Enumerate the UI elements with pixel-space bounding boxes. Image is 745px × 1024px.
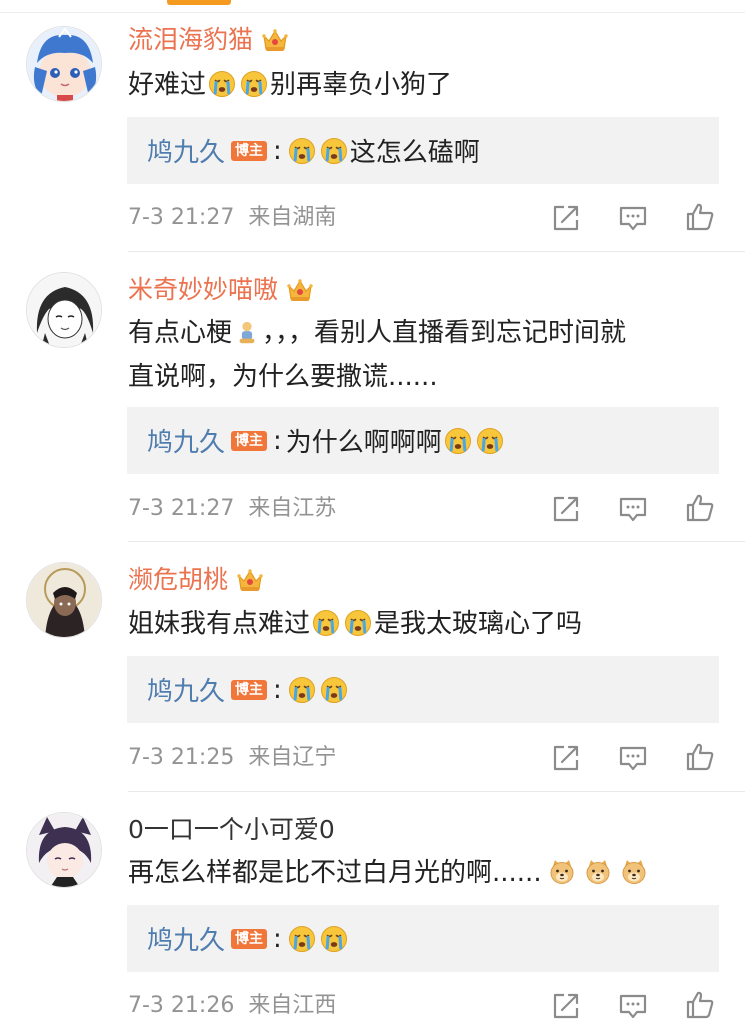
comment-text: 有点心梗 ，，，看别人直播看到忘记时间就 直说啊，为什么要撒谎...... — [128, 311, 718, 399]
doge-emoji-icon — [620, 858, 648, 886]
reply-box[interactable]: 鸠九久 博主 : — [127, 656, 719, 723]
comment-item[interactable]: 濒危胡桃 姐妹我有点难过 是我太玻璃心了吗 鸠九久 博主 : 7-3 21:25 来… — [0, 542, 745, 792]
comment-text-segment: 好难过 — [128, 70, 207, 100]
share-icon[interactable] — [550, 990, 582, 1022]
username-text[interactable]: 0一口一个小可爱0 — [128, 815, 335, 845]
comment-text-segment: 别再辜负小狗了 — [270, 70, 453, 100]
like-icon[interactable] — [684, 989, 716, 1021]
comment-item[interactable]: 米奇妙妙喵嗷 有点心梗 ，，，看别人直播看到忘记时间就 直说啊，为什么要撒谎...… — [0, 252, 745, 542]
avatar[interactable] — [26, 26, 102, 102]
username-text[interactable]: 流泪海豹猫 — [128, 25, 253, 55]
reply-text: 这怎么磕啊 — [349, 138, 480, 168]
author-badge: 博主 — [231, 679, 268, 700]
crying-emoji-icon — [320, 137, 348, 165]
username[interactable]: 0一口一个小可爱0 — [128, 815, 335, 845]
reply-author-name[interactable]: 鸠九久 — [147, 920, 225, 957]
vip-crown-icon — [261, 27, 289, 53]
reply-box[interactable]: 鸠九久 博主 : — [127, 905, 719, 972]
comment-meta: 7-3 21:27 来自江苏 — [128, 495, 336, 523]
avatar-image — [27, 563, 101, 637]
crying-emoji-icon — [444, 427, 472, 455]
avatar-image — [27, 273, 101, 347]
comment-text: 好难过 别再辜负小狗了 — [128, 63, 718, 107]
comment-icon[interactable] — [617, 202, 649, 234]
comment-list-screen: 流泪海豹猫 好难过 别再辜负小狗了 鸠九久 博主 : 这怎么磕啊 7-3 21:2… — [0, 0, 745, 1024]
avatar[interactable] — [26, 272, 102, 348]
author-badge: 博主 — [231, 928, 268, 949]
comment-text: 再怎么样都是比不过白月光的啊...... — [128, 851, 718, 895]
comment-time: 7-3 21:27 — [128, 205, 235, 230]
crying-emoji-icon — [288, 676, 316, 704]
comment-text-segment: 直说啊，为什么要撒谎...... — [128, 362, 438, 392]
comment-icon[interactable] — [617, 990, 649, 1022]
author-badge: 博主 — [231, 140, 268, 161]
comment-location: 来自湖南 — [248, 205, 337, 230]
comment-text-segment: 是我太玻璃心了吗 — [374, 609, 583, 639]
comment-text-segment: 有点心梗 — [128, 318, 233, 348]
share-icon[interactable] — [550, 742, 582, 774]
doge-emoji-icon — [548, 858, 576, 886]
comment-meta: 7-3 21:25 来自辽宁 — [128, 744, 336, 772]
avatar[interactable] — [26, 562, 102, 638]
reply-box[interactable]: 鸠九久 博主 : 为什么啊啊啊 — [127, 407, 719, 474]
crying-emoji-icon — [344, 609, 372, 637]
crying-emoji-icon — [320, 676, 348, 704]
comment-location: 来自辽宁 — [248, 745, 337, 770]
comment-meta: 7-3 21:27 来自湖南 — [128, 204, 336, 232]
comment-time: 7-3 21:27 — [128, 496, 235, 521]
comment-icon[interactable] — [617, 493, 649, 525]
username-text[interactable]: 米奇妙妙喵嗷 — [128, 275, 278, 305]
comment-text-segment: 再怎么样都是比不过白月光的啊...... — [128, 858, 542, 888]
username-text[interactable]: 濒危胡桃 — [128, 565, 228, 595]
comment-time: 7-3 21:26 — [128, 993, 235, 1018]
comment-item[interactable]: 流泪海豹猫 好难过 别再辜负小狗了 鸠九久 博主 : 这怎么磕啊 7-3 21:2… — [0, 0, 745, 252]
username[interactable]: 流泪海豹猫 — [128, 25, 289, 55]
like-icon[interactable] — [684, 741, 716, 773]
reply-box[interactable]: 鸠九久 博主 : 这怎么磕啊 — [127, 117, 719, 184]
avatar[interactable] — [26, 812, 102, 888]
vip-crown-icon — [286, 277, 314, 303]
reply-author-name[interactable]: 鸠九久 — [147, 671, 225, 708]
reply-colon: : — [273, 923, 282, 954]
comment-meta: 7-3 21:26 来自江西 — [128, 992, 336, 1020]
crying-emoji-icon — [208, 70, 236, 98]
comment-icon[interactable] — [617, 742, 649, 774]
vip-crown-icon — [236, 567, 264, 593]
crying-emoji-icon — [476, 427, 504, 455]
comment-item[interactable]: 0一口一个小可爱0 再怎么样都是比不过白月光的啊...... 鸠九久 博主 : … — [0, 792, 745, 1024]
username[interactable]: 濒危胡桃 — [128, 565, 264, 595]
username[interactable]: 米奇妙妙喵嗷 — [128, 275, 314, 305]
comment-location: 来自江苏 — [248, 496, 337, 521]
share-icon[interactable] — [550, 493, 582, 525]
reply-text: 为什么啊啊啊 — [285, 428, 442, 458]
crying-emoji-icon — [288, 137, 316, 165]
like-icon[interactable] — [684, 201, 716, 233]
sitting-figure-emoji-icon — [234, 320, 260, 346]
comment-time: 7-3 21:25 — [128, 745, 235, 770]
author-badge: 博主 — [231, 430, 268, 451]
comment-text: 姐妹我有点难过 是我太玻璃心了吗 — [128, 602, 718, 646]
comment-text-segment: 姐妹我有点难过 — [128, 609, 311, 639]
reply-colon: : — [273, 135, 282, 166]
reply-colon: : — [273, 674, 282, 705]
reply-colon: : — [273, 425, 282, 456]
reply-author-name[interactable]: 鸠九久 — [147, 422, 225, 459]
share-icon[interactable] — [550, 202, 582, 234]
comment-text-segment: ，，，看别人直播看到忘记时间就 — [262, 318, 627, 348]
reply-author-name[interactable]: 鸠九久 — [147, 132, 225, 169]
doge-emoji-icon — [584, 858, 612, 886]
crying-emoji-icon — [288, 925, 316, 953]
like-icon[interactable] — [684, 492, 716, 524]
crying-emoji-icon — [240, 70, 268, 98]
crying-emoji-icon — [320, 925, 348, 953]
avatar-image — [27, 813, 101, 887]
comment-location: 来自江西 — [248, 993, 337, 1018]
crying-emoji-icon — [312, 609, 340, 637]
avatar-image — [27, 27, 101, 101]
